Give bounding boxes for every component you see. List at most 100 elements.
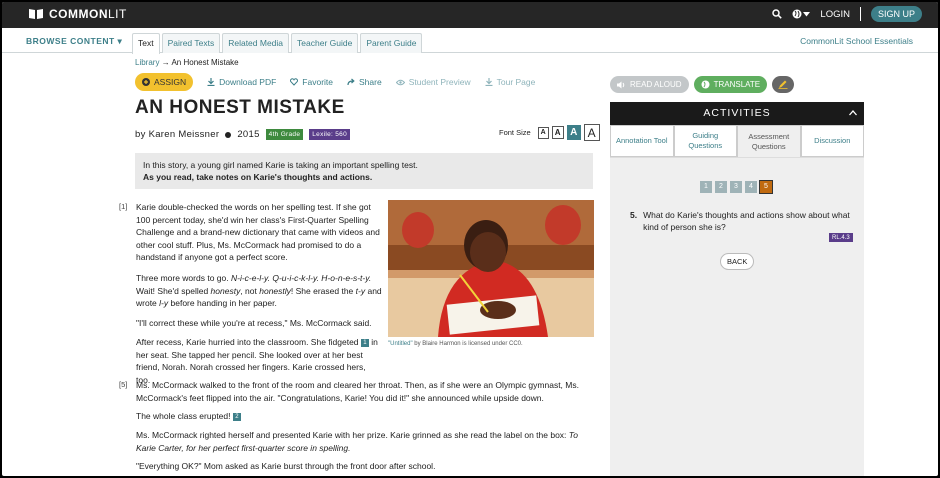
italic-word: honestly [259, 285, 291, 296]
commonlit-logo[interactable]: COMMONLIT [28, 7, 127, 21]
student-preview-label: Student Preview [408, 77, 471, 87]
login-link[interactable]: LOGIN [820, 9, 850, 20]
question-page-2[interactable]: 2 [715, 181, 727, 193]
assign-label: ASSIGN [154, 77, 187, 87]
font-size-control: Font Size A A A A [499, 124, 600, 141]
text-span: After recess, Karie hurried into the cla… [136, 337, 359, 347]
tab-annotation-tool[interactable]: Annotation Tool [610, 125, 674, 157]
activities-panel: ACTIVITIES Annotation Tool Guiding Quest… [610, 102, 864, 476]
text-span: Three more words to go. [136, 273, 231, 283]
footnote-marker[interactable]: 1 [360, 338, 369, 347]
breadcrumb-arrow: → [161, 58, 170, 67]
story-photo [388, 200, 594, 337]
text-tabs: Text Paired Texts Related Media Teacher … [132, 33, 423, 54]
translate-button[interactable]: TRANSLATE [693, 76, 768, 93]
share-link[interactable]: Share [347, 77, 382, 87]
share-icon [347, 78, 355, 86]
tab-guiding-questions[interactable]: Guiding Questions [673, 125, 737, 157]
favorite-link[interactable]: Favorite [290, 77, 333, 87]
footnote-marker[interactable]: 2 [232, 412, 241, 421]
breadcrumb: Library → An Honest Mistake [135, 58, 239, 67]
story-paragraph: "Everything OK?" Mom asked as Karie burs… [136, 461, 436, 471]
tab-text[interactable]: Text [132, 33, 160, 54]
paragraph-number: [5] [119, 380, 128, 389]
activities-header[interactable]: ACTIVITIES [610, 102, 864, 125]
question-page-3[interactable]: 3 [730, 181, 742, 193]
language-selector[interactable] [792, 9, 811, 19]
intro-sentence: In this story, a young girl named Karie … [143, 160, 418, 170]
girl-writing-illustration [388, 200, 594, 337]
download-pdf-link[interactable]: Download PDF [207, 77, 276, 87]
lexile-badge: Lexile: 560 [309, 129, 351, 140]
book-icon [29, 9, 43, 19]
browse-content-menu[interactable]: BROWSE CONTENT ▾ [26, 36, 122, 47]
tour-page-link[interactable]: Tour Page [485, 77, 535, 87]
download-icon [207, 78, 215, 86]
photo-caption: "Untitled" by Blaire Harmon is licensed … [388, 341, 523, 347]
speaker-icon [617, 81, 625, 88]
read-aloud-label: READ ALOUD [630, 80, 682, 89]
highlighter-button[interactable] [772, 76, 795, 93]
author: by Karen Meissner [135, 129, 220, 140]
tab-related-media[interactable]: Related Media [222, 33, 290, 53]
question-page-5[interactable]: 5 [759, 180, 773, 194]
story-paragraph: Ms. McCormack walked to the front of the… [136, 380, 579, 403]
download-pdf-label: Download PDF [219, 77, 277, 87]
story-paragraph: Ms. McCormack righted herself and presen… [136, 429, 594, 454]
text-span: ! She erased the [290, 285, 356, 296]
reading-tools: READ ALOUD TRANSLATE [610, 76, 795, 93]
font-size-large[interactable]: A [566, 125, 581, 140]
intro-instruction: As you read, take notes on Karie's thoug… [143, 172, 373, 182]
school-essentials-link[interactable]: CommonLit School Essentials [800, 36, 913, 46]
paragraph-number: [1] [119, 202, 128, 211]
plus-circle-icon [142, 78, 150, 86]
signup-button[interactable]: SIGN UP [870, 6, 922, 22]
tab-paired-texts[interactable]: Paired Texts [161, 33, 221, 53]
byline: by Karen Meissner 2015 4th Grade Lexile:… [135, 129, 351, 140]
caption-text: by Blaire Harmon is licensed under CC0. [412, 341, 523, 347]
text-span: The whole class erupted! [136, 411, 231, 421]
separator-dot [225, 131, 232, 138]
app-frame: COMMONLIT LOGIN SIGN UP BROWSE CONTENT ▾… [2, 2, 938, 476]
question-number: 5. [630, 210, 638, 220]
intro-box: In this story, a young girl named Karie … [135, 153, 593, 189]
top-bar: COMMONLIT LOGIN SIGN UP [2, 2, 938, 28]
font-size-xlarge[interactable]: A [583, 124, 600, 141]
spelled-words: N-i-c-e-l-y. Q-u-i-c-k-l-y. H-o-n-e-s-t-… [230, 273, 372, 283]
back-button[interactable]: BACK [720, 253, 755, 270]
breadcrumb-library[interactable]: Library [135, 58, 159, 67]
story-paragraph: Karie double-checked the words on her sp… [136, 202, 380, 262]
standard-badge: RL.4.3 [829, 233, 853, 242]
activity-tabs: Annotation Tool Guiding Questions Assess… [610, 125, 864, 158]
divider [859, 7, 861, 21]
text-span: before handing in her paper. [168, 298, 277, 308]
globe-icon [792, 9, 802, 19]
photo-link[interactable]: "Untitled" [388, 341, 413, 347]
search-icon[interactable] [772, 9, 783, 19]
grade-badge: 4th Grade [265, 129, 304, 140]
text-title: AN HONEST MISTAKE [135, 97, 345, 118]
assign-button[interactable]: ASSIGN [135, 73, 194, 91]
tab-assessment-questions[interactable]: Assessment Questions [737, 125, 801, 157]
share-label: Share [359, 77, 382, 87]
story-paragraph: Three more words to go. N-i-c-e-l-y. Q-u… [136, 272, 382, 310]
activities-title: ACTIVITIES [703, 107, 771, 119]
text-span: Wait! She'd spelled [136, 285, 211, 296]
tab-parent-guide[interactable]: Parent Guide [360, 33, 423, 53]
question-page-4[interactable]: 4 [745, 181, 757, 193]
question-page-1[interactable]: 1 [700, 181, 712, 193]
tab-teacher-guide[interactable]: Teacher Guide [291, 33, 359, 53]
student-preview-link[interactable]: Student Preview [395, 77, 471, 87]
font-size-small[interactable]: A [537, 126, 549, 139]
story-paragraph: The whole class erupted! 2 [136, 410, 594, 423]
chevron-down-icon [803, 11, 811, 16]
italic-word: t-y [355, 285, 366, 296]
tab-discussion[interactable]: Discussion [800, 125, 864, 157]
italic-word: l-y [159, 298, 169, 308]
favorite-label: Favorite [302, 77, 334, 87]
globe-icon [701, 80, 710, 89]
font-size-medium[interactable]: A [551, 126, 564, 139]
read-aloud-button[interactable]: READ ALOUD [610, 76, 689, 93]
chevron-up-icon[interactable] [849, 102, 857, 125]
breadcrumb-current: An Honest Mistake [171, 58, 239, 67]
